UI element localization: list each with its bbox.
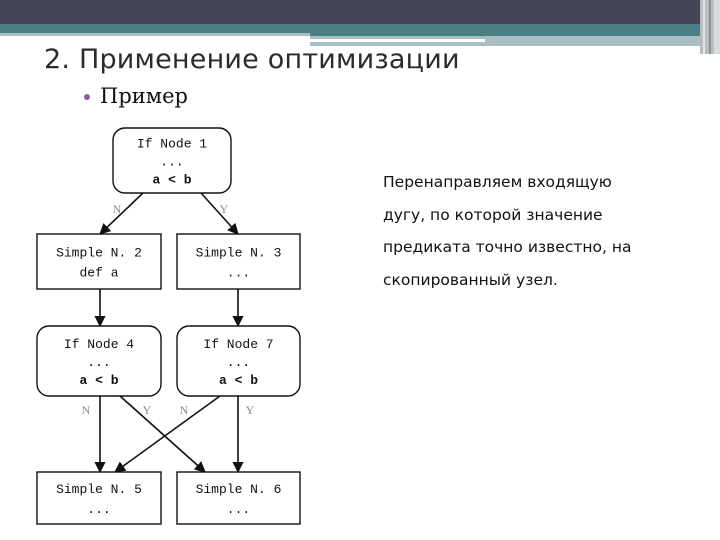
simple-node-box	[176, 233, 301, 290]
node-n7: If Node 7... a < b	[176, 325, 301, 397]
node-text-line: ...	[227, 266, 250, 281]
node-n5: Simple N. 5...	[36, 471, 162, 525]
edge-arrow-n7-n5	[114, 395, 221, 473]
edge-label: N	[180, 403, 189, 417]
edge-arrow-n4-n6	[119, 395, 206, 473]
node-text-line: If Node 4	[64, 337, 134, 352]
control-flow-diagram: N Y N Y N Y If Node 1... a < b Simple N. 2 def a…	[36, 127, 301, 525]
node-n4: If Node 4... a < b	[36, 325, 162, 397]
node-text-line: a < b	[79, 373, 118, 388]
node-text-line: ...	[227, 355, 250, 370]
node-text-line: ...	[227, 502, 250, 517]
node-text-line: If Node 1	[137, 137, 207, 152]
node-n6: Simple N. 6...	[176, 471, 301, 525]
node-text-line: Simple N. 6	[196, 482, 282, 497]
node-text-line: Simple N. 5	[56, 482, 142, 497]
edge-arrow-n1-n2	[99, 192, 144, 235]
node-text-line: a < b	[219, 373, 258, 388]
node-text-line: Simple N. 2	[56, 246, 142, 261]
node-text-line: Simple N. 3	[196, 246, 282, 261]
node-text-line: ...	[87, 502, 110, 517]
node-text-line: def a	[79, 266, 118, 281]
node-text-line: If Node 7	[203, 337, 273, 352]
edge-label: Y	[143, 403, 152, 417]
edge-label: N	[82, 403, 91, 417]
node-n2: Simple N. 2 def a	[36, 233, 162, 290]
node-n3: Simple N. 3...	[176, 233, 301, 290]
edge-label: Y	[246, 403, 255, 417]
edge-label: Y	[220, 202, 229, 216]
node-text-line: ...	[87, 355, 110, 370]
node-text-line: a < b	[152, 173, 191, 188]
simple-node-box	[36, 233, 162, 290]
node-n1: If Node 1... a < b	[112, 127, 232, 194]
node-text-line: ...	[160, 155, 183, 170]
edge-label: N	[113, 202, 122, 216]
